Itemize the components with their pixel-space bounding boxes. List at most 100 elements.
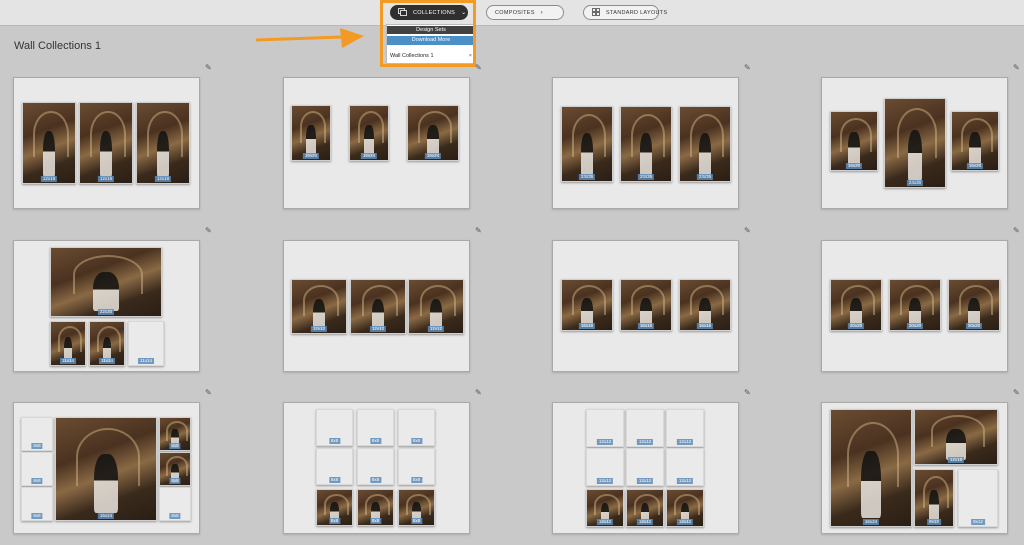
photo-frame[interactable]: 24x36 bbox=[679, 106, 731, 182]
frame-size-label: 8x8 bbox=[328, 477, 341, 483]
frame-size-label: 8x8 bbox=[31, 513, 43, 519]
photo-frame[interactable]: 12x12 bbox=[350, 279, 406, 334]
empty-frame[interactable]: 8x8 bbox=[21, 452, 53, 486]
collection-card[interactable]: 16x24 16x24 16x24 bbox=[283, 77, 470, 209]
photo-frame[interactable]: 16x16 bbox=[620, 279, 672, 331]
photo-frame[interactable]: 20x20 bbox=[889, 279, 941, 331]
edit-icon[interactable]: ✎ bbox=[205, 226, 212, 235]
standard-layouts-button[interactable]: STANDARD LAYOUTS bbox=[583, 5, 667, 20]
frame-size-label: 8x8 bbox=[410, 438, 423, 444]
empty-frame[interactable]: 12x12 bbox=[666, 448, 704, 486]
composites-button[interactable]: COMPOSITES › bbox=[486, 5, 564, 20]
collection-card[interactable]: 20x20 20x20 20x20 bbox=[821, 240, 1008, 372]
collection-card[interactable]: 24x36 24x36 24x36 bbox=[552, 77, 739, 209]
frame-size-label: 11x14 bbox=[138, 358, 154, 364]
frame-size-label: 24x36 bbox=[637, 174, 655, 180]
frame-size-label: 16x24 bbox=[424, 153, 442, 159]
collection-card[interactable]: 16x20 24x30 16x20 bbox=[821, 77, 1008, 209]
collection-card[interactable]: 8x8 8x8 8x8 16x24 8x8 8x8 8x8 bbox=[13, 402, 200, 534]
photo-frame[interactable]: 12x18 bbox=[136, 102, 190, 184]
photo-frame[interactable]: 12x12 bbox=[586, 489, 624, 527]
edit-icon[interactable]: ✎ bbox=[744, 388, 751, 397]
frame-size-label: 12x12 bbox=[676, 519, 694, 525]
photo-frame[interactable]: 16x24 bbox=[291, 105, 331, 161]
edit-icon[interactable]: ✎ bbox=[744, 226, 751, 235]
frame-size-label: 12x12 bbox=[676, 439, 694, 445]
photo-frame[interactable]: 16x20 bbox=[951, 111, 999, 171]
empty-frame[interactable]: 8x8 bbox=[316, 409, 353, 446]
photo-frame[interactable]: 16x16 bbox=[561, 279, 613, 331]
empty-frame[interactable]: 8x8 bbox=[357, 448, 394, 485]
empty-frame[interactable]: 12x12 bbox=[586, 448, 624, 486]
frame-size-label: 8x8 bbox=[328, 518, 341, 524]
photo-frame[interactable]: 16x20 bbox=[830, 111, 878, 171]
photo-frame[interactable]: 16x16 bbox=[679, 279, 731, 331]
frame-size-label: 8x8 bbox=[410, 518, 423, 524]
edit-icon[interactable]: ✎ bbox=[1013, 226, 1020, 235]
empty-frame[interactable]: 11x14 bbox=[128, 321, 164, 366]
empty-frame[interactable]: 8x8 bbox=[159, 487, 191, 521]
photo-frame[interactable]: 16x24 bbox=[55, 417, 157, 521]
photo-frame[interactable]: 12x18 bbox=[79, 102, 133, 184]
edit-icon[interactable]: ✎ bbox=[475, 226, 482, 235]
collection-card[interactable]: 12x18 12x18 12x18 bbox=[13, 77, 200, 209]
photo-frame[interactable]: 12x12 bbox=[291, 279, 347, 334]
empty-frame[interactable]: 12x12 bbox=[626, 409, 664, 447]
frame-size-label: 12x12 bbox=[676, 478, 694, 484]
collection-card[interactable]: 16x24 12x18 8x12 8x12 bbox=[821, 402, 1008, 534]
photo-frame[interactable]: 12x18 bbox=[914, 409, 998, 465]
empty-frame[interactable]: 8x8 bbox=[398, 448, 435, 485]
photo-frame[interactable]: 12x12 bbox=[408, 279, 464, 334]
photo-frame[interactable]: 8x8 bbox=[357, 489, 394, 526]
photo-frame[interactable]: 16x24 bbox=[407, 105, 459, 161]
photo-frame[interactable]: 20x20 bbox=[830, 279, 882, 331]
empty-frame[interactable]: 8x8 bbox=[21, 417, 53, 451]
photo-frame[interactable]: 24x36 bbox=[561, 106, 613, 182]
empty-frame[interactable]: 8x8 bbox=[21, 487, 53, 521]
photo-frame[interactable]: 12x18 bbox=[22, 102, 76, 184]
photo-frame[interactable]: 11x14 bbox=[50, 321, 86, 366]
empty-frame[interactable]: 12x12 bbox=[626, 448, 664, 486]
collection-card[interactable]: 12x12 12x12 12x12 12x12 12x12 12x12 12x12 12x12… bbox=[552, 402, 739, 534]
photo-frame[interactable]: 8x8 bbox=[159, 417, 191, 451]
photo-frame[interactable]: 12x12 bbox=[626, 489, 664, 527]
photo-frame[interactable]: 16x24 bbox=[830, 409, 912, 527]
photo-frame[interactable]: 22x30 bbox=[50, 247, 162, 317]
empty-frame[interactable]: 8x8 bbox=[398, 409, 435, 446]
photo-frame[interactable]: 24x30 bbox=[884, 98, 946, 188]
photo-frame[interactable]: 8x8 bbox=[316, 489, 353, 526]
collection-card[interactable]: 12x12 12x12 12x12 bbox=[283, 240, 470, 372]
edit-icon[interactable]: ✎ bbox=[1013, 63, 1020, 72]
photo-frame[interactable]: 8x8 bbox=[159, 452, 191, 486]
frame-size-label: 12x12 bbox=[636, 478, 654, 484]
edit-icon[interactable]: ✎ bbox=[475, 63, 482, 72]
collection-card[interactable]: 8x8 8x8 8x8 8x8 8x8 8x8 8x8 8x8 8x8 bbox=[283, 402, 470, 534]
frame-size-label: 16x24 bbox=[862, 519, 880, 525]
empty-frame[interactable]: 8x8 bbox=[357, 409, 394, 446]
frame-size-label: 12x12 bbox=[596, 519, 614, 525]
edit-icon[interactable]: ✎ bbox=[205, 63, 212, 72]
edit-icon[interactable]: ✎ bbox=[205, 388, 212, 397]
empty-frame[interactable]: 8x8 bbox=[316, 448, 353, 485]
empty-frame[interactable]: 8x12 bbox=[958, 469, 998, 527]
frame-size-label: 12x18 bbox=[40, 176, 58, 182]
empty-frame[interactable]: 12x12 bbox=[586, 409, 624, 447]
edit-icon[interactable]: ✎ bbox=[744, 63, 751, 72]
edit-icon[interactable]: ✎ bbox=[1013, 388, 1020, 397]
grid-icon bbox=[592, 7, 600, 18]
frame-size-label: 8x8 bbox=[169, 443, 181, 449]
edit-icon[interactable]: ✎ bbox=[475, 388, 482, 397]
collection-card[interactable]: 22x30 11x14 11x14 11x14 bbox=[13, 240, 200, 372]
empty-frame[interactable]: 12x12 bbox=[666, 409, 704, 447]
photo-frame[interactable]: 11x14 bbox=[89, 321, 125, 366]
photo-frame[interactable]: 12x12 bbox=[666, 489, 704, 527]
photo-frame[interactable]: 16x24 bbox=[349, 105, 389, 161]
frame-size-label: 20x20 bbox=[847, 323, 865, 329]
frame-size-label: 12x18 bbox=[947, 457, 965, 463]
photo-frame[interactable]: 20x20 bbox=[948, 279, 1000, 331]
collection-card[interactable]: 16x16 16x16 16x16 bbox=[552, 240, 739, 372]
photo-frame[interactable]: 8x8 bbox=[398, 489, 435, 526]
frame-size-label: 8x12 bbox=[971, 519, 985, 525]
photo-frame[interactable]: 8x12 bbox=[914, 469, 954, 527]
photo-frame[interactable]: 24x36 bbox=[620, 106, 672, 182]
